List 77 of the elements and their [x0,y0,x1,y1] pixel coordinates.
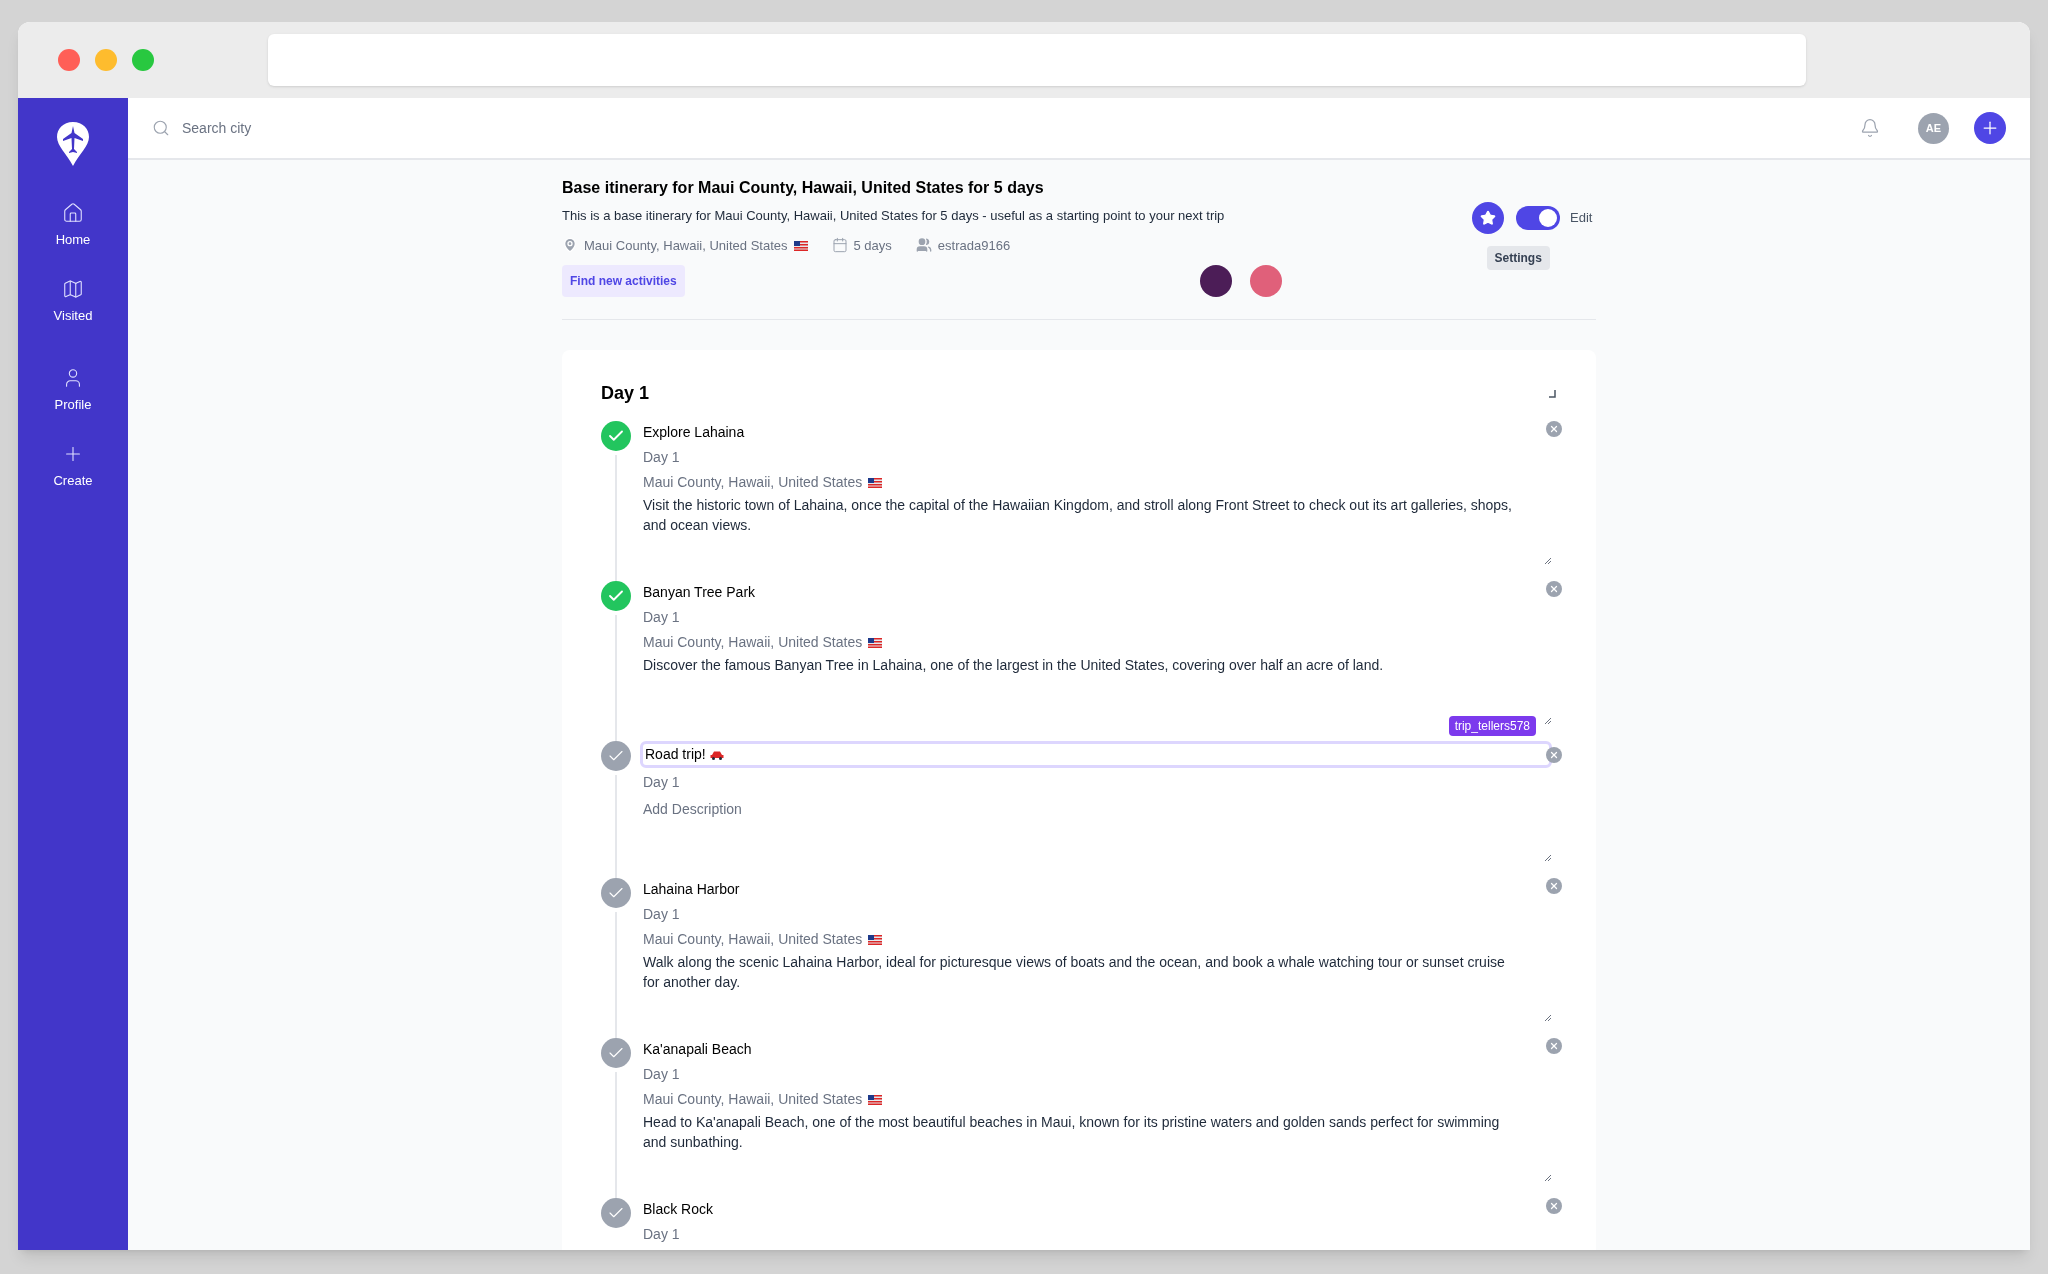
edit-toggle[interactable] [1516,206,1560,230]
plane-pin-logo[interactable] [55,120,91,168]
remove-button[interactable] [1546,421,1562,437]
car-icon [709,750,724,760]
activity-day: Day 1 [643,1224,1556,1245]
trip-description: This is a base itinerary for Maui County, Hawaii, United States for 5 days - useful as a starting point to your next trip [562,207,1226,225]
flag-icon [793,240,808,251]
resize-handle-icon [1544,717,1552,725]
remove-button[interactable] [1546,747,1562,763]
search-field[interactable]: Search city [182,117,482,139]
zoom-window-icon[interactable] [132,49,154,71]
day-title: Day 1 [601,382,650,405]
close-icon [1549,1041,1559,1051]
activity-location: Maui County, Hawaii, United States [643,632,1556,653]
activity-location: Maui County, Hawaii, United States [643,1089,1556,1110]
close-icon [1549,584,1559,594]
activity-day: Day 1 [643,904,1556,925]
calendar-icon [831,237,848,254]
activity-day: Day 1 [643,447,1556,468]
title-input[interactable]: Road trip! [640,741,1552,768]
flag-icon [868,638,883,648]
flag-icon [868,478,883,488]
activity-description[interactable]: Visit the historic town of Lahaina, once the capital of the Hawaiian Kingdom, and stroll along Front Street to check out its art galleries, shops, and ocean views. [643,495,1556,535]
activity-title[interactable]: Lahaina Harbor [643,879,740,900]
map-icon [62,277,84,300]
activity-title[interactable]: Black Rock [643,1199,714,1220]
close-icon [1549,750,1559,760]
nav-item[interactable]: Home [55,202,91,250]
find-activities-button[interactable]: Find new activities [562,265,685,297]
flag-icon [868,935,883,945]
favorite-button[interactable] [1472,202,1504,234]
collaborator-avatar [1200,265,1232,297]
remove-button[interactable] [1546,1198,1562,1214]
trip-title: Base itinerary for Maui County, Hawaii, United States for 5 days [562,178,1045,198]
collapse-corner-icon[interactable] [1548,389,1556,398]
activity-title[interactable]: Ka'anapali Beach [643,1039,752,1060]
flag-icon [868,1095,883,1105]
notification-bell-icon[interactable] [1860,118,1880,138]
activity-day: Day 1 [643,1064,1556,1085]
trip-duration: 5 days [853,236,892,255]
activity-description[interactable]: Discover the famous Banyan Tree in Lahaina, one of the largest in the United States, covering over half an acre of land. [643,655,1556,675]
description-placeholder[interactable]: Add Description [643,799,1556,820]
close-icon [1549,1201,1559,1211]
activity-location: Maui County, Hawaii, United States [643,929,1556,950]
activity-day: Day 1 [643,607,1556,628]
nav-item[interactable]: Visited [53,277,93,325]
close-icon [1549,424,1559,434]
activity-day: Day 1 [643,772,1556,793]
users-icon [915,237,932,254]
add-button[interactable] [1974,112,2006,144]
remove-button[interactable] [1546,581,1562,597]
remove-button[interactable] [1546,878,1562,894]
activity-location: Maui County, Hawaii, United States [643,472,1556,493]
collaborator-avatar [1250,265,1282,297]
resize-handle-icon [1544,557,1552,565]
editor-tag: trip_tellers578 [1448,716,1536,736]
search-icon [152,119,170,137]
activity-description[interactable]: Head to Ka'anapali Beach, one of the most beautiful beaches in Maui, known for its pristine waters and golden sands perfect for swimming and sunbathing. [643,1112,1556,1152]
home-icon [62,202,84,224]
close-window-icon[interactable] [58,49,80,71]
edit-label: Edit [1570,209,1593,228]
resize-handle-icon [1544,1174,1552,1182]
nav-item[interactable]: Profile [54,367,92,415]
resize-handle-icon [1544,854,1552,862]
minimize-window-icon[interactable] [95,49,117,71]
trip-location: Maui County, Hawaii, United States [584,235,808,255]
location-pin-icon [562,237,578,254]
nav-item[interactable]: Create [53,442,93,490]
remove-button[interactable] [1546,1038,1562,1054]
star-icon [1480,210,1496,226]
settings-button[interactable]: Settings [1486,246,1550,270]
resize-handle-icon [1544,1014,1552,1022]
trip-owner: estrada9166 [937,236,1011,255]
close-icon [1549,881,1559,891]
activity-description[interactable]: Walk along the scenic Lahaina Harbor, ideal for picturesque views of boats and the ocean, and book a whale watching tour or sunset cruise for another day. [643,952,1556,992]
activity-title[interactable]: Banyan Tree Park [643,582,756,603]
activity-title[interactable]: Explore Lahaina [643,422,745,443]
